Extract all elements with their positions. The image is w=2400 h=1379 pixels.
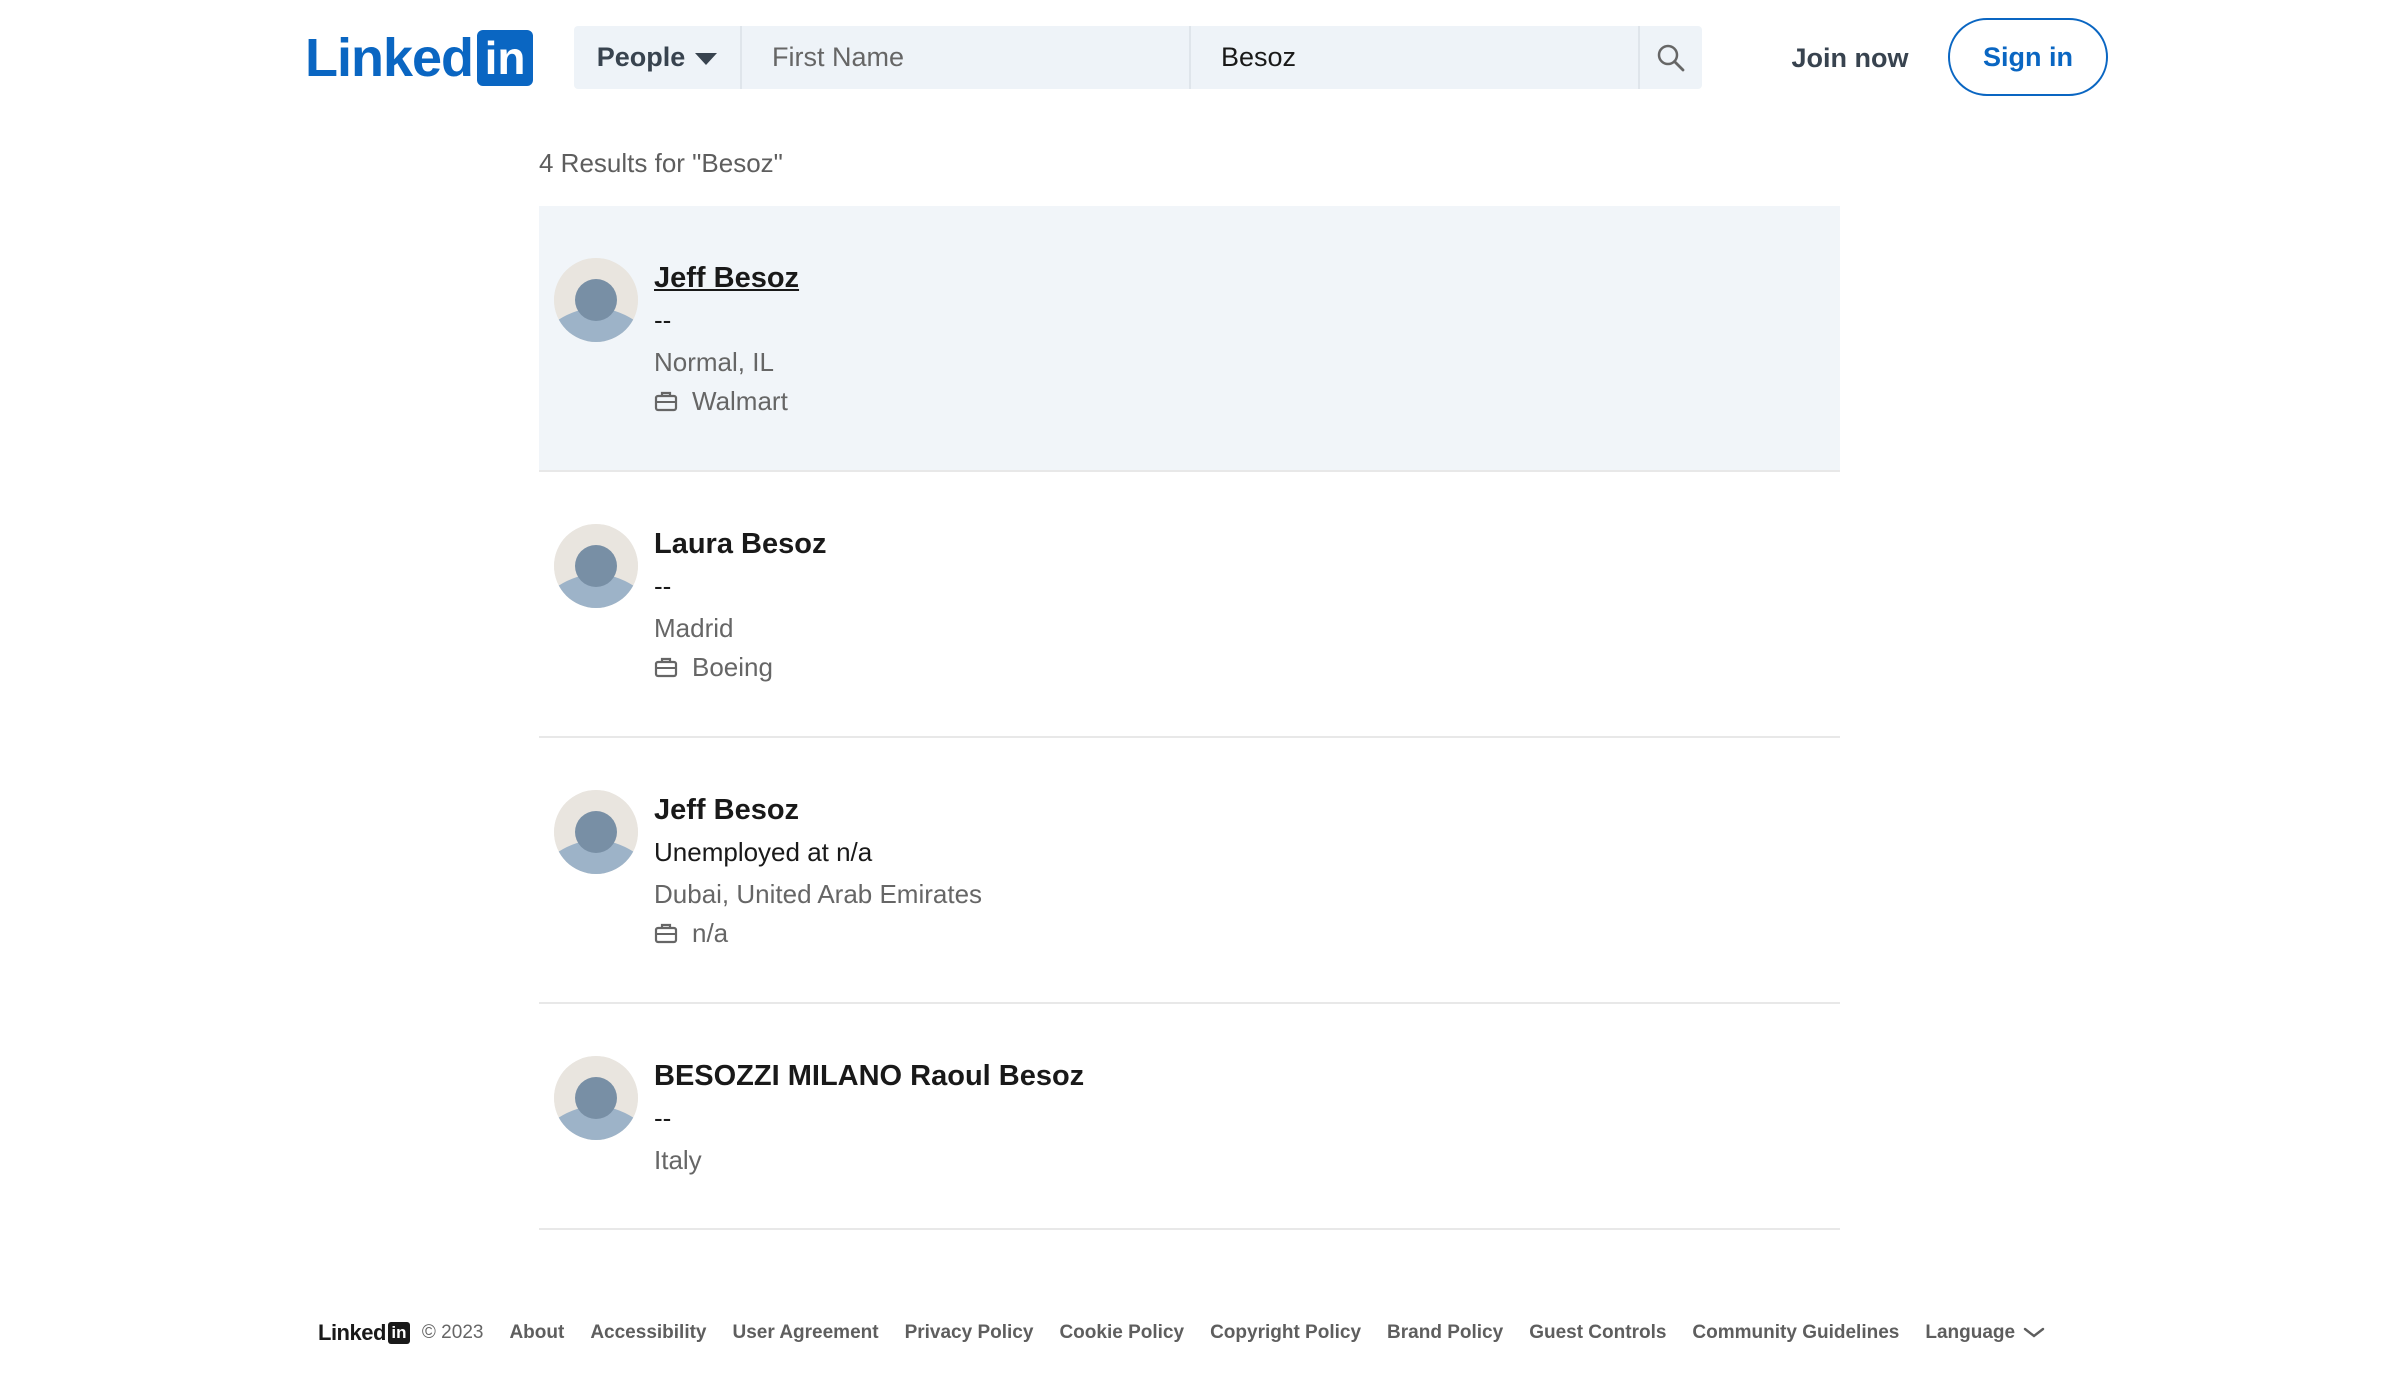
results-list: Jeff Besoz -- Normal, IL Walmart Laura B… [539, 206, 1840, 1230]
footer: Linked in © 2023 About Accessibility User… [318, 1318, 2045, 1348]
footer-logo-text: Linked [318, 1320, 386, 1345]
logo-box: in [477, 30, 534, 86]
result-item[interactable]: Jeff Besoz -- Normal, IL Walmart [539, 206, 1840, 472]
result-headline: -- [654, 1103, 672, 1133]
chevron-down-icon [2023, 1327, 2045, 1338]
result-location: Dubai, United Arab Emirates [654, 879, 983, 909]
footer-link-user-agreement[interactable]: User Agreement [733, 1322, 879, 1344]
search-type-dropdown[interactable]: People [574, 26, 742, 89]
footer-link-community-guidelines[interactable]: Community Guidelines [1692, 1322, 1899, 1344]
result-body: Laura Besoz -- Madrid Boeing [654, 524, 826, 686]
result-company: Walmart [654, 382, 799, 420]
search-type-label: People [596, 42, 686, 72]
briefcase-icon [654, 391, 678, 412]
result-location: Normal, IL [654, 347, 774, 377]
default-avatar-icon [554, 258, 638, 342]
briefcase-icon [654, 657, 678, 678]
language-label: Language [1925, 1322, 2016, 1343]
caret-down-icon [695, 52, 718, 65]
copyright: © 2023 [421, 1322, 484, 1343]
result-name[interactable]: BESOZZI MILANO Raoul Besoz [654, 1056, 1084, 1096]
briefcase-icon [654, 923, 678, 944]
result-location: Madrid [654, 613, 734, 643]
default-avatar-icon [554, 790, 638, 874]
footer-logo[interactable]: Linked in [318, 1320, 410, 1346]
result-headline: -- [654, 571, 672, 601]
header: Linkedin People Join now Sign in [0, 0, 2400, 116]
sign-in-button[interactable]: Sign in [1948, 18, 2108, 96]
footer-logo-box: in [387, 1322, 410, 1344]
default-avatar-icon [554, 1056, 638, 1140]
result-item[interactable]: Jeff Besoz Unemployed at n/a Dubai, Unit… [539, 738, 1840, 1004]
first-name-input[interactable] [742, 26, 1191, 89]
footer-link-cookie-policy[interactable]: Cookie Policy [1059, 1322, 1184, 1344]
search-button[interactable] [1640, 26, 1702, 89]
footer-link-guest-controls[interactable]: Guest Controls [1529, 1322, 1666, 1344]
footer-link-brand-policy[interactable]: Brand Policy [1387, 1322, 1503, 1344]
result-item[interactable]: Laura Besoz -- Madrid Boeing [539, 472, 1840, 738]
company-name: Boeing [692, 652, 773, 682]
result-headline: -- [654, 305, 672, 335]
search-bar: People [574, 26, 1702, 89]
last-name-input[interactable] [1191, 26, 1640, 89]
footer-link-copyright-policy[interactable]: Copyright Policy [1210, 1322, 1361, 1344]
result-company: n/a [654, 914, 982, 952]
search-icon [1657, 44, 1685, 71]
logo-text: Linked [305, 28, 474, 88]
result-company: Boeing [654, 648, 826, 686]
footer-link-about[interactable]: About [509, 1322, 564, 1344]
result-body: Jeff Besoz -- Normal, IL Walmart [654, 258, 799, 420]
result-name[interactable]: Jeff Besoz [654, 258, 799, 298]
result-headline: Unemployed at n/a [654, 837, 873, 867]
linkedin-logo[interactable]: Linked in [305, 28, 534, 88]
footer-link-accessibility[interactable]: Accessibility [590, 1322, 706, 1344]
result-location: Italy [654, 1145, 702, 1175]
join-now-link[interactable]: Join now [1776, 36, 1924, 80]
result-item[interactable]: BESOZZI MILANO Raoul Besoz -- Italy [539, 1004, 1840, 1230]
results-count: 4 Results for "Besoz" [539, 148, 783, 178]
result-name[interactable]: Jeff Besoz [654, 790, 982, 830]
default-avatar-icon [554, 524, 638, 608]
language-selector[interactable]: Language [1925, 1322, 2045, 1344]
result-body: BESOZZI MILANO Raoul Besoz -- Italy [654, 1056, 1084, 1180]
result-name[interactable]: Laura Besoz [654, 524, 826, 564]
company-name: n/a [692, 918, 729, 948]
footer-link-privacy-policy[interactable]: Privacy Policy [905, 1322, 1034, 1344]
company-name: Walmart [692, 386, 788, 416]
result-body: Jeff Besoz Unemployed at n/a Dubai, Unit… [654, 790, 982, 952]
